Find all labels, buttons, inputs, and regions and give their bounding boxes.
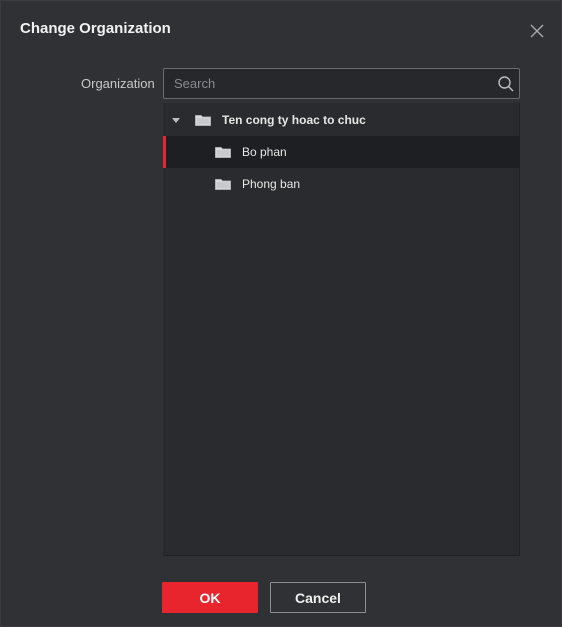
change-organization-dialog: Change Organization Organization Ten con… bbox=[0, 0, 562, 627]
cancel-button[interactable]: Cancel bbox=[270, 582, 366, 613]
tree-item-root[interactable]: Ten cong ty hoac to chuc bbox=[163, 104, 520, 136]
caret-down-icon[interactable] bbox=[172, 118, 180, 123]
tree-item-phong-ban[interactable]: Phong ban bbox=[163, 168, 520, 200]
ok-button[interactable]: OK bbox=[162, 582, 258, 613]
close-button[interactable] bbox=[528, 22, 546, 40]
tree-item-bo-phan[interactable]: Bo phan bbox=[163, 136, 520, 168]
search-icon[interactable] bbox=[497, 75, 515, 93]
organization-label: Organization bbox=[81, 76, 155, 91]
tree-item-label: Phong ban bbox=[242, 177, 301, 191]
folder-icon bbox=[215, 179, 231, 190]
search-input[interactable] bbox=[164, 69, 484, 98]
close-icon bbox=[530, 24, 544, 38]
search-box bbox=[163, 68, 520, 99]
organization-tree: Ten cong ty hoac to chuc Bo phan Phong b… bbox=[163, 103, 520, 556]
folder-icon bbox=[215, 147, 231, 158]
dialog-title: Change Organization bbox=[20, 20, 171, 37]
tree-item-label: Bo phan bbox=[242, 145, 287, 159]
folder-icon bbox=[195, 115, 211, 126]
tree-item-label: Ten cong ty hoac to chuc bbox=[222, 113, 366, 127]
